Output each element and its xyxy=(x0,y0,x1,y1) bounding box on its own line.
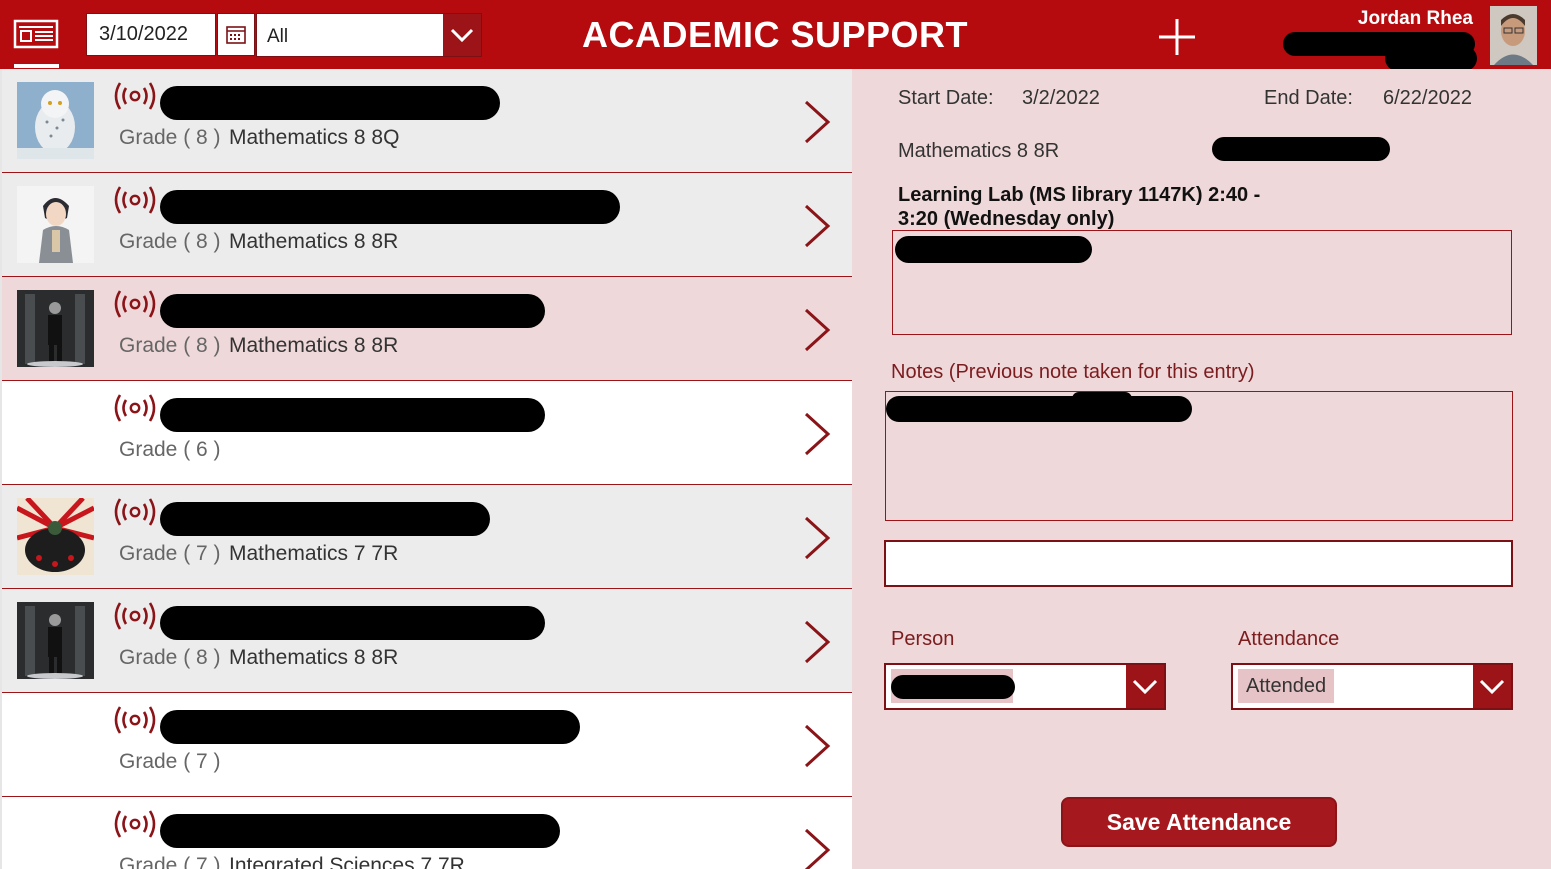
broadcast-icon xyxy=(110,391,160,425)
attendance-dropdown[interactable]: Attended xyxy=(1231,663,1513,710)
list-item[interactable]: Grade ( 8 ) Mathematics 8 8R xyxy=(2,589,852,693)
list-item[interactable]: Grade ( 8 ) Mathematics 8 8R xyxy=(2,277,852,381)
chevron-down-icon[interactable] xyxy=(443,14,481,56)
course-name: Mathematics 8 8R xyxy=(898,140,1060,162)
user-name: Jordan Rhea xyxy=(1357,8,1473,29)
course-label: Mathematics 7 7R xyxy=(229,542,399,565)
attendance-label: Attendance xyxy=(1238,628,1340,650)
list-item[interactable]: Grade ( 6 ) xyxy=(2,381,852,485)
note-input[interactable] xyxy=(884,540,1513,587)
list-item[interactable]: Grade ( 8 ) Mathematics 8 8R xyxy=(2,173,852,277)
student-photo xyxy=(17,82,94,159)
redacted-student-name xyxy=(160,814,560,848)
list-item[interactable]: Grade ( 7 ) Integrated Sciences 7 7R xyxy=(2,797,852,869)
list-item[interactable]: Grade ( 8 ) Mathematics 8 8Q xyxy=(2,69,852,173)
redacted-student-name xyxy=(160,190,620,224)
filter-value: All xyxy=(267,26,289,47)
grade-label: Grade ( 8 ) xyxy=(119,334,221,357)
list-item[interactable]: Grade ( 7 ) xyxy=(2,693,852,797)
chevron-right-icon[interactable] xyxy=(802,619,832,665)
grade-label: Grade ( 8 ) xyxy=(119,126,221,149)
chevron-right-icon[interactable] xyxy=(802,515,832,561)
filter-dropdown[interactable]: All xyxy=(256,13,482,57)
course-label: Integrated Sciences 7 7R xyxy=(229,854,465,869)
course-label: Mathematics 8 8R xyxy=(229,230,399,253)
person-label: Person xyxy=(891,628,955,650)
chevron-right-icon[interactable] xyxy=(802,827,832,869)
redacted-student-name xyxy=(160,86,500,120)
plus-icon[interactable] xyxy=(1157,17,1197,57)
chevron-right-icon[interactable] xyxy=(802,411,832,457)
student-info-box xyxy=(892,230,1512,335)
save-attendance-button[interactable]: Save Attendance xyxy=(1061,797,1337,847)
redacted-student-name xyxy=(160,502,490,536)
menu-active-indicator xyxy=(14,64,59,68)
redacted-student-name xyxy=(160,398,545,432)
app-title: ACADEMIC SUPPORT xyxy=(581,14,969,55)
chevron-right-icon[interactable] xyxy=(802,723,832,769)
student-photo xyxy=(17,498,94,575)
redacted-student-name xyxy=(160,294,545,328)
menu-icon[interactable] xyxy=(13,18,59,50)
broadcast-icon xyxy=(110,79,160,113)
grade-label: Grade ( 7 ) xyxy=(119,854,221,869)
chevron-down-icon[interactable] xyxy=(1126,665,1164,708)
student-photo xyxy=(17,602,94,679)
course-label: Mathematics 8 8R xyxy=(229,334,399,357)
chevron-down-icon[interactable] xyxy=(1473,665,1511,708)
student-list: Grade ( 8 ) Mathematics 8 8Q Grade ( 8 ) Ma… xyxy=(0,69,852,869)
app-root: 3/10/2022 All ACADEMIC SUPPORT Jordan Rh… xyxy=(0,0,1551,869)
broadcast-icon xyxy=(110,495,160,529)
notes-label: Notes (Previous note taken for this entr… xyxy=(891,361,1255,383)
avatar[interactable] xyxy=(1490,6,1537,65)
grade-label: Grade ( 6 ) xyxy=(119,438,221,461)
header-bar: 3/10/2022 All ACADEMIC SUPPORT Jordan Rh… xyxy=(0,0,1551,71)
broadcast-icon xyxy=(110,807,160,841)
end-date-value: 6/22/2022 xyxy=(1383,87,1472,109)
detail-panel: Start Date: 3/2/2022 End Date: 6/22/2022… xyxy=(852,69,1551,869)
end-date-label: End Date: xyxy=(1264,87,1353,109)
date-input[interactable]: 3/10/2022 xyxy=(86,13,216,56)
student-photo xyxy=(17,290,94,367)
notes-history-box xyxy=(885,391,1513,521)
redacted-person xyxy=(891,675,1015,699)
redacted-note xyxy=(886,396,1192,422)
redacted-teacher xyxy=(1212,137,1390,161)
grade-label: Grade ( 8 ) xyxy=(119,646,221,669)
grade-label: Grade ( 7 ) xyxy=(119,542,221,565)
start-date-value: 3/2/2022 xyxy=(1022,87,1100,109)
course-label: Mathematics 8 8Q xyxy=(229,126,400,149)
chevron-right-icon[interactable] xyxy=(802,203,832,249)
person-dropdown[interactable] xyxy=(884,663,1166,710)
person-value xyxy=(891,669,1015,703)
calendar-icon[interactable] xyxy=(217,13,255,56)
grade-label: Grade ( 7 ) xyxy=(119,750,221,773)
list-item[interactable]: Grade ( 7 ) Mathematics 7 7R xyxy=(2,485,852,589)
broadcast-icon xyxy=(110,703,160,737)
course-label: Mathematics 8 8R xyxy=(229,646,399,669)
broadcast-icon xyxy=(110,287,160,321)
chevron-right-icon[interactable] xyxy=(802,307,832,353)
redacted-note-part xyxy=(1072,392,1132,406)
attendance-value: Attended xyxy=(1238,669,1335,703)
redacted-student-name xyxy=(160,710,580,744)
start-date-label: Start Date: xyxy=(898,87,994,109)
broadcast-icon xyxy=(110,183,160,217)
redacted-info xyxy=(895,236,1092,263)
redacted-email-part xyxy=(1385,46,1477,71)
student-photo xyxy=(17,186,94,263)
broadcast-icon xyxy=(110,599,160,633)
chevron-right-icon[interactable] xyxy=(802,99,832,145)
redacted-student-name xyxy=(160,606,545,640)
session-info: Learning Lab (MS library 1147K) 2:40 - 3… xyxy=(898,184,1261,230)
grade-label: Grade ( 8 ) xyxy=(119,230,221,253)
